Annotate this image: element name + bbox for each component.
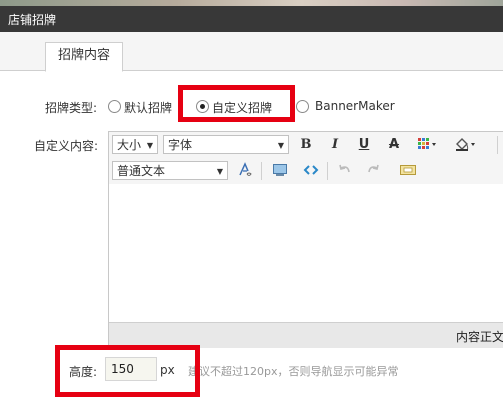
insert-module-icon[interactable] — [399, 162, 417, 180]
paragraph-format-select[interactable]: 普通文本 ▼ — [112, 161, 228, 180]
rich-text-editor: 大小 ▼ 字体 ▼ B I U A 普通文本 ▼ 内容正文 — [108, 131, 503, 348]
bold-button[interactable]: B — [297, 136, 315, 154]
chevron-down-icon: ▼ — [146, 141, 153, 150]
redo-icon[interactable] — [364, 162, 382, 180]
toolbar-separator — [327, 162, 328, 180]
highlight-height — [55, 345, 200, 397]
undo-icon[interactable] — [336, 162, 354, 180]
strikethrough-button[interactable]: A — [385, 136, 403, 154]
tab-sign-content[interactable]: 招牌内容 — [45, 42, 123, 72]
radio-default-sign-label[interactable]: 默认招牌 — [124, 99, 172, 116]
toolbar-separator — [261, 162, 262, 180]
underline-button[interactable]: U — [355, 136, 373, 154]
fill-color-icon[interactable] — [453, 136, 479, 154]
highlight-custom-sign — [178, 85, 295, 122]
custom-content-label: 自定义内容: — [34, 139, 99, 153]
source-code-icon[interactable] — [302, 162, 320, 180]
paragraph-format-value: 普通文本 — [117, 164, 166, 178]
font-family-select-value: 字体 — [168, 138, 193, 152]
radio-bannermaker-label[interactable]: BannerMaker — [315, 99, 395, 113]
height-hint: 建议不超过120px，否则导航显示可能异常 — [188, 365, 399, 378]
clear-format-icon[interactable] — [236, 162, 254, 180]
font-family-select[interactable]: 字体 ▼ — [163, 135, 289, 154]
chevron-down-icon: ▼ — [277, 141, 284, 150]
font-size-select-value: 大小 — [117, 138, 142, 152]
italic-button[interactable]: I — [326, 136, 344, 154]
toolbar-separator — [497, 136, 498, 154]
radio-bannermaker[interactable] — [296, 100, 309, 113]
sign-type-label: 招牌类型: — [45, 101, 98, 115]
tab-bar: 招牌内容 — [0, 32, 503, 72]
radio-default-sign[interactable] — [108, 100, 121, 113]
editor-toolbar: 大小 ▼ 字体 ▼ B I U A 普通文本 ▼ — [109, 132, 503, 184]
font-size-select[interactable]: 大小 ▼ — [112, 135, 158, 154]
table-icon[interactable] — [415, 136, 441, 154]
dialog-titlebar: 店铺招牌 — [0, 6, 503, 32]
chevron-down-icon: ▼ — [216, 167, 223, 176]
insert-image-icon[interactable] — [271, 162, 289, 180]
editor-content-area[interactable] — [109, 184, 503, 322]
editor-status-text: 内容正文 — [455, 330, 503, 344]
dialog-title: 店铺招牌 — [8, 13, 57, 27]
